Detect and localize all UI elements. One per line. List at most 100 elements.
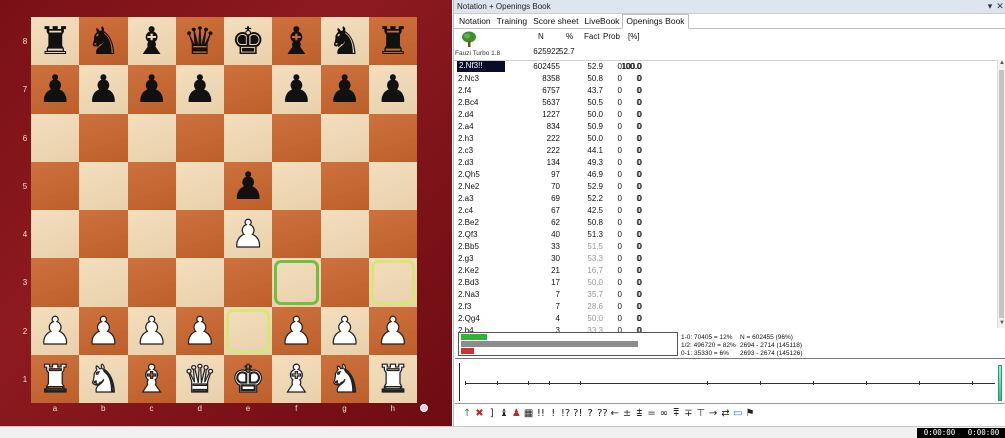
white-knight-icon[interactable]: ♞	[327, 359, 362, 398]
board-icon[interactable]: ▦	[522, 408, 534, 419]
square-f3[interactable]	[272, 258, 321, 307]
header-pct[interactable]: %	[566, 32, 573, 41]
book-move-row[interactable]: 2.Bb5 33 51.5 0 0 0	[454, 241, 999, 253]
eval-black-slight-button[interactable]: ⊤	[695, 408, 707, 419]
square-a6[interactable]	[31, 113, 80, 162]
square-h4[interactable]	[368, 210, 417, 259]
square-g3[interactable]	[320, 258, 369, 307]
book-move-row[interactable]: 2.g3 30 53.3 0 0 0	[454, 253, 999, 265]
black-pawn-icon[interactable]: ♟	[231, 167, 265, 205]
square-f8[interactable]: ♝	[272, 17, 321, 66]
square-a1[interactable]: ♜	[31, 354, 80, 403]
black-pawn-icon[interactable]: ♟	[376, 70, 410, 108]
square-h6[interactable]	[368, 113, 417, 162]
header-pcnt[interactable]: [%]	[628, 32, 640, 41]
book-move-row[interactable]: 2.a3 69 52.2 0 0 0	[454, 193, 999, 205]
square-a3[interactable]	[31, 258, 80, 307]
black-pawn-icon[interactable]: ♟	[183, 70, 217, 108]
square-f4[interactable]	[272, 210, 321, 259]
square-h7[interactable]: ♟	[368, 65, 417, 114]
square-a2[interactable]: ♟	[31, 306, 80, 355]
square-f2[interactable]: ♟	[272, 306, 321, 355]
white-bishop-icon[interactable]: ♝	[134, 359, 169, 398]
square-b5[interactable]	[79, 161, 128, 210]
black-bishop-icon[interactable]: ♝	[135, 22, 169, 60]
book-move-row[interactable]: 2.d3 134 49.3 0 0 0	[454, 157, 999, 169]
square-f6[interactable]	[272, 113, 321, 162]
square-c2[interactable]: ♟	[127, 306, 176, 355]
book-move-row[interactable]: 2.Be2 62 50.8 0 0 0	[454, 217, 999, 229]
black-pawn-icon[interactable]: ♟	[86, 70, 120, 108]
black-queen-icon[interactable]: ♛	[183, 22, 217, 60]
book-move-row[interactable]: 2.Nc3 8358 50.8 0 0 0	[454, 73, 999, 85]
square-b2[interactable]: ♟	[79, 306, 128, 355]
square-g2[interactable]: ♟	[320, 306, 369, 355]
white-pawn-icon[interactable]: ♟	[279, 311, 314, 350]
square-a4[interactable]	[31, 210, 80, 259]
square-g1[interactable]: ♞	[320, 354, 369, 403]
square-b3[interactable]	[79, 258, 128, 307]
black-knight-icon[interactable]: ♞	[328, 22, 362, 60]
black-pawn-icon[interactable]: ♟	[279, 70, 313, 108]
book-move-row[interactable]: 2.c3 222 44.1 0 0 0	[454, 145, 999, 157]
square-h3[interactable]	[368, 258, 417, 307]
header-n[interactable]: N	[538, 32, 544, 41]
annotation-interesting-button[interactable]: !?	[559, 408, 571, 419]
eval-arrow-right-button[interactable]: →	[707, 408, 719, 419]
book-move-row[interactable]: 2.Qg4 4 50.0 0 0 0	[454, 313, 999, 325]
eval-arrow-left-button[interactable]: ←	[609, 408, 621, 419]
square-c3[interactable]	[127, 258, 176, 307]
book-move-row[interactable]: 2.Na3 7 35.7 0 0 0	[454, 289, 999, 301]
eval-unclear-button[interactable]: ∞	[658, 408, 670, 419]
eval-equal-button[interactable]: =	[645, 408, 657, 419]
annotation-blunder-button[interactable]: ??	[596, 408, 608, 419]
square-e1[interactable]: ♚	[224, 354, 273, 403]
book-move-row[interactable]: 2.a4 834 50.9 0 0 0	[454, 121, 999, 133]
book-scrollbar[interactable]: ▲ ▼	[997, 60, 1005, 328]
square-g4[interactable]	[320, 210, 369, 259]
book-move-row[interactable]: 2.Qf3 40 51.3 0 0 0	[454, 229, 999, 241]
white-knight-icon[interactable]: ♞	[86, 359, 121, 398]
black-knight-icon[interactable]: ♞	[86, 22, 120, 60]
tab-training[interactable]: Training	[494, 15, 530, 28]
white-pawn-icon[interactable]: ♟	[86, 311, 121, 350]
square-h1[interactable]: ♜	[368, 354, 417, 403]
square-c4[interactable]	[127, 210, 176, 259]
annotation-brilliant-button[interactable]: !!	[535, 408, 547, 419]
square-g6[interactable]	[320, 113, 369, 162]
white-pawn-icon[interactable]: ♟	[134, 311, 169, 350]
square-d2[interactable]: ♟	[175, 306, 224, 355]
square-d8[interactable]: ♛	[175, 17, 224, 66]
annotation-mistake-button[interactable]: ?	[584, 408, 596, 419]
book-move-row[interactable]: 2.Bc4 5637 50.5 0 0 0	[454, 97, 999, 109]
eval-minus-plus-button[interactable]: ∓	[682, 408, 694, 419]
delete-variation-icon[interactable]: ✖	[473, 408, 485, 419]
scroll-up-icon[interactable]: ▲	[998, 60, 1005, 68]
white-rook-icon[interactable]: ♜	[375, 359, 410, 398]
square-e6[interactable]	[224, 113, 273, 162]
book-move-row[interactable]: 2.Qh5 97 46.9 0 0 0	[454, 169, 999, 181]
annotation-good-button[interactable]: !	[547, 408, 559, 419]
evaluation-graph[interactable]	[455, 358, 1005, 404]
tab-openings-book[interactable]: Openings Book	[622, 14, 689, 29]
square-h2[interactable]: ♟	[368, 306, 417, 355]
square-h5[interactable]	[368, 161, 417, 210]
white-bishop-icon[interactable]: ♝	[279, 359, 314, 398]
arrow-up-icon[interactable]: ↑	[461, 408, 473, 419]
pin-icon[interactable]: ▾	[985, 1, 995, 12]
book-move-row[interactable]: 2.d4 1227 50.0 0 0 0	[454, 109, 999, 121]
eval-plus-minus-button[interactable]: ±	[621, 408, 633, 419]
black-pawn-icon[interactable]: ♟	[38, 70, 72, 108]
white-queen-icon[interactable]: ♛	[182, 359, 217, 398]
square-d4[interactable]	[175, 210, 224, 259]
flag-icon[interactable]: ⚑	[744, 408, 756, 419]
square-e5[interactable]: ♟	[224, 161, 273, 210]
square-e8[interactable]: ♚	[224, 17, 273, 66]
white-pawn-icon[interactable]: ♟	[182, 311, 217, 350]
square-b6[interactable]	[79, 113, 128, 162]
book-move-row[interactable]: 2.f4 6757 43.7 0 0 0	[454, 85, 999, 97]
black-king-icon[interactable]: ♚	[231, 22, 265, 60]
book-move-row[interactable]: 2.Nf3!! 602455 52.9 0 100.0 100.0	[454, 61, 999, 73]
bracket-icon[interactable]: ]	[486, 408, 498, 419]
square-e3[interactable]	[224, 258, 273, 307]
